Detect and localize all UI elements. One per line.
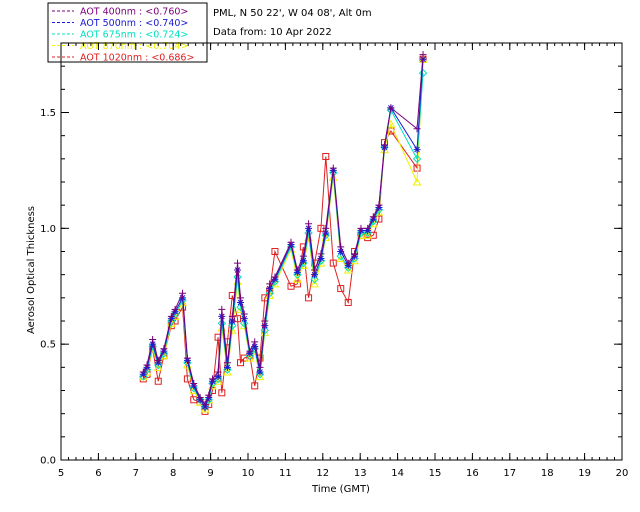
series-line	[142, 59, 424, 408]
x-tick-label: 14	[391, 468, 404, 479]
y-axis-label: Aerosol Optical Thickness	[26, 206, 37, 334]
x-tick-label: 6	[95, 468, 101, 479]
y-tick-label: 0.5	[40, 340, 56, 351]
y-tick-label: 0.0	[40, 456, 56, 467]
data-point	[218, 305, 226, 313]
x-tick-label: 11	[279, 468, 292, 479]
x-tick-label: 8	[170, 468, 176, 479]
series-4	[139, 55, 427, 415]
data-point	[413, 146, 421, 154]
series-1	[139, 55, 427, 411]
x-tick-label: 19	[578, 468, 591, 479]
x-tick-label: 12	[316, 468, 329, 479]
series-line	[142, 73, 424, 408]
series-3	[138, 54, 428, 413]
series-0	[139, 51, 427, 408]
x-tick-label: 7	[133, 468, 139, 479]
site-info: PML, N 50 22', W 04 08', Alt 0m	[213, 8, 372, 19]
x-tick-label: 18	[541, 468, 554, 479]
series-2	[139, 68, 428, 411]
x-tick-label: 5	[58, 468, 64, 479]
x-tick-label: 15	[429, 468, 442, 479]
legend-entry: AOT 1020nm : <0.686>	[80, 53, 194, 64]
series-group	[138, 51, 428, 415]
legend-entry: AOT 500nm : <0.740>	[80, 18, 188, 29]
x-tick-label: 16	[466, 468, 479, 479]
date-info: Data from: 10 Apr 2022	[213, 27, 332, 38]
x-axis-label: Time (GMT)	[311, 484, 370, 495]
x-tick-label: 17	[503, 468, 516, 479]
y-tick-label: 1.5	[40, 108, 56, 119]
y-tick-label: 1.0	[40, 224, 56, 235]
series-line	[142, 59, 424, 411]
aot-chart: AOT 400nm : <0.760>AOT 500nm : <0.740>AO…	[26, 2, 628, 495]
x-tick-label: 9	[207, 468, 213, 479]
axis-ticks: 5 6 7 8 9 10 11 12 13 14 15 16 17 18 19 20 0.0 0.5 1.0 1.5	[40, 43, 628, 479]
legend-entry: AOT 675nm : <0.724>	[80, 30, 188, 41]
x-tick-label: 10	[242, 468, 255, 479]
x-tick-label: 13	[354, 468, 367, 479]
data-point	[234, 259, 242, 267]
legend-entry: AOT 400nm : <0.760>	[80, 7, 188, 18]
x-tick-label: 20	[616, 468, 629, 479]
